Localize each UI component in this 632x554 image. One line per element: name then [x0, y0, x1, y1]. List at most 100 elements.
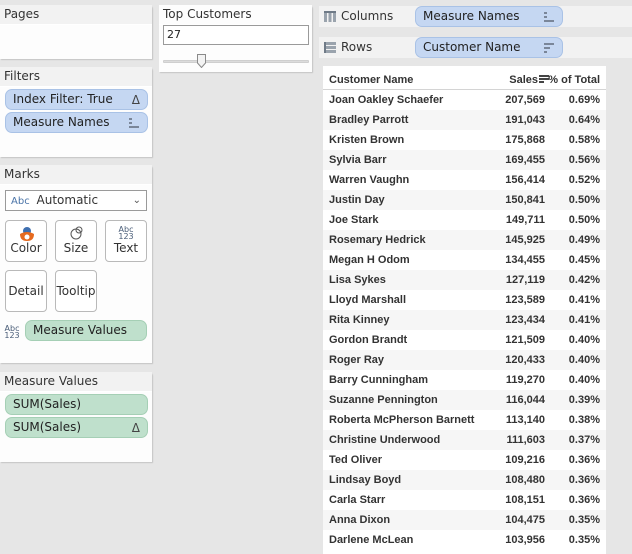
- header-customer-name[interactable]: Customer Name: [329, 74, 413, 86]
- table-row[interactable]: Carla Starr 108,151 0.36%: [323, 490, 606, 510]
- rows-shelf[interactable]: Rows Customer Name: [319, 37, 632, 58]
- text-label: Text: [113, 241, 139, 255]
- table-row[interactable]: Bradley Parrott 191,043 0.64%: [323, 110, 606, 130]
- pct-of-total-cell: 0.58%: [568, 134, 600, 146]
- sales-cell: 109,216: [505, 454, 545, 466]
- table-row[interactable]: Joan Oakley Schaefer 207,569 0.69%: [323, 90, 606, 110]
- customer-name-cell: Gordon Brandt: [329, 334, 408, 346]
- parameter-slider-track[interactable]: [163, 60, 309, 63]
- customer-name-cell: Bradley Parrott: [329, 114, 409, 126]
- pct-of-total-cell: 0.52%: [568, 174, 600, 186]
- filter-pill-measure-names[interactable]: Measure Names: [5, 112, 148, 133]
- pages-card[interactable]: Pages: [0, 5, 152, 59]
- pct-of-total-cell: 0.42%: [568, 274, 600, 286]
- size-label: Size: [63, 241, 89, 255]
- mark-type-value: Automatic: [36, 193, 99, 207]
- table-row[interactable]: Lindsay Boyd 108,480 0.36%: [323, 470, 606, 490]
- discrete-bars-icon: [544, 12, 554, 22]
- measure-values-title: Measure Values: [0, 372, 152, 392]
- pct-of-total-cell: 0.56%: [568, 154, 600, 166]
- sales-cell: 104,475: [505, 514, 545, 526]
- parameter-input[interactable]: 27: [163, 25, 309, 45]
- abc-icon: Abc: [11, 196, 30, 207]
- measure-values-card[interactable]: Measure Values SUM(Sales) SUM(Sales) Δ: [0, 372, 152, 462]
- customer-name-cell: Barry Cunningham: [329, 374, 429, 386]
- table-row[interactable]: Roger Ray 120,433 0.40%: [323, 350, 606, 370]
- table-row[interactable]: Anna Dixon 104,475 0.35%: [323, 510, 606, 530]
- pct-of-total-cell: 0.35%: [568, 534, 600, 546]
- table-row[interactable]: Gordon Brandt 121,509 0.40%: [323, 330, 606, 350]
- filter-pill-label: Index Filter: True: [13, 92, 113, 106]
- abc123-icon: Abc 123: [118, 225, 134, 241]
- header-pct-of-total[interactable]: % of Total: [548, 74, 600, 86]
- table-row[interactable]: Sylvia Barr 169,455 0.56%: [323, 150, 606, 170]
- columns-shelf[interactable]: Columns Measure Names: [319, 6, 632, 27]
- table-row[interactable]: Suzanne Pennington 116,044 0.39%: [323, 390, 606, 410]
- customer-name-cell: Kristen Brown: [329, 134, 405, 146]
- sales-cell: 120,433: [505, 354, 545, 366]
- pill-label: Customer Name: [423, 40, 521, 54]
- parameter-slider-thumb[interactable]: [197, 54, 207, 68]
- columns-icon: [324, 11, 336, 22]
- color-icon: [20, 227, 34, 241]
- table-row[interactable]: Justin Day 150,841 0.50%: [323, 190, 606, 210]
- sales-cell: 156,414: [505, 174, 545, 186]
- marks-card[interactable]: Marks Abc Automatic ⌄ Color Size Abc 123…: [0, 165, 152, 363]
- table-row[interactable]: Lisa Sykes 127,119 0.42%: [323, 270, 606, 290]
- customer-name-cell: Rosemary Hedrick: [329, 234, 426, 246]
- color-button[interactable]: Color: [5, 220, 47, 262]
- sort-descending-icon: [544, 43, 554, 53]
- customer-name-cell: Sylvia Barr: [329, 154, 387, 166]
- table-row[interactable]: Ted Oliver 109,216 0.36%: [323, 450, 606, 470]
- pct-of-total-cell: 0.49%: [568, 234, 600, 246]
- pct-of-total-cell: 0.50%: [568, 194, 600, 206]
- sales-cell: 127,119: [505, 274, 545, 286]
- table-row[interactable]: Rita Kinney 123,434 0.41%: [323, 310, 606, 330]
- columns-shelf-label: Columns: [324, 6, 393, 27]
- top-customers-parameter[interactable]: Top Customers 27: [159, 5, 312, 72]
- mark-type-dropdown[interactable]: Abc Automatic ⌄: [5, 190, 147, 211]
- marks-title: Marks: [0, 165, 152, 185]
- columns-pill-measure-names[interactable]: Measure Names: [415, 6, 563, 27]
- table-row[interactable]: Kristen Brown 175,868 0.58%: [323, 130, 606, 150]
- pill-label: Measure Values: [33, 323, 128, 337]
- table-row[interactable]: Darlene McLean 103,956 0.35%: [323, 530, 606, 550]
- sales-cell: 191,043: [505, 114, 545, 126]
- measure-pill-sum-sales[interactable]: SUM(Sales): [5, 394, 148, 415]
- chevron-down-icon: ⌄: [132, 195, 141, 206]
- pct-of-total-cell: 0.37%: [568, 434, 600, 446]
- text-button[interactable]: Abc 123 Text: [105, 220, 147, 262]
- table-row[interactable]: Warren Vaughn 156,414 0.52%: [323, 170, 606, 190]
- customer-name-cell: Lloyd Marshall: [329, 294, 407, 306]
- tooltip-label: Tooltip: [56, 284, 96, 298]
- customer-name-cell: Lisa Sykes: [329, 274, 386, 286]
- header-sales[interactable]: Sales: [509, 74, 538, 86]
- measure-pill-sum-sales-table-calc[interactable]: SUM(Sales) Δ: [5, 417, 148, 438]
- table-row[interactable]: Rosemary Hedrick 145,925 0.49%: [323, 230, 606, 250]
- text-table[interactable]: Customer Name Sales % of Total Joan Oakl…: [323, 66, 606, 554]
- detail-button[interactable]: Detail: [5, 270, 47, 312]
- pct-of-total-cell: 0.35%: [568, 514, 600, 526]
- sales-cell: 113,140: [505, 414, 545, 426]
- tooltip-button[interactable]: Tooltip: [55, 270, 97, 312]
- table-row[interactable]: Barry Cunningham 119,270 0.40%: [323, 370, 606, 390]
- table-row[interactable]: Lloyd Marshall 123,589 0.41%: [323, 290, 606, 310]
- pct-of-total-cell: 0.40%: [568, 374, 600, 386]
- customer-name-cell: Justin Day: [329, 194, 385, 206]
- filter-pill-index[interactable]: Index Filter: True Δ: [5, 89, 148, 110]
- filters-card[interactable]: Filters Index Filter: True Δ Measure Nam…: [0, 67, 152, 157]
- customer-name-cell: Anna Dixon: [329, 514, 391, 526]
- rows-pill-customer-name[interactable]: Customer Name: [415, 37, 563, 58]
- customer-name-cell: Warren Vaughn: [329, 174, 410, 186]
- customer-name-cell: Megan H Odom: [329, 254, 410, 266]
- size-button[interactable]: Size: [55, 220, 97, 262]
- table-row[interactable]: Roberta McPherson Barnett 113,140 0.38%: [323, 410, 606, 430]
- pct-of-total-cell: 0.64%: [568, 114, 600, 126]
- table-row[interactable]: Joe Stark 149,711 0.50%: [323, 210, 606, 230]
- sales-cell: 103,956: [505, 534, 545, 546]
- sales-cell: 149,711: [505, 214, 545, 226]
- text-measure-values-pill[interactable]: Measure Values: [25, 320, 147, 341]
- pct-of-total-cell: 0.69%: [568, 94, 600, 106]
- table-row[interactable]: Megan H Odom 134,455 0.45%: [323, 250, 606, 270]
- table-row[interactable]: Christine Underwood 111,603 0.37%: [323, 430, 606, 450]
